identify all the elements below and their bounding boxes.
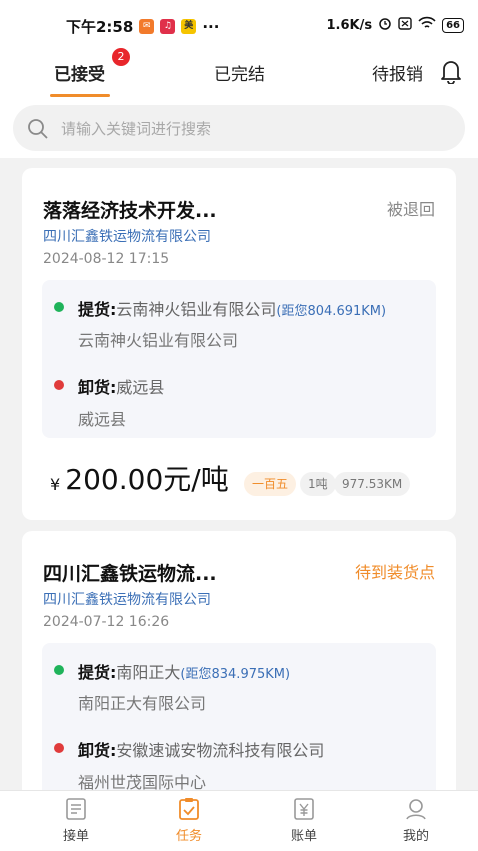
meituan-icon: 美 bbox=[181, 19, 197, 34]
order-card[interactable]: 四川汇鑫铁运物流... 待到装货点 四川汇鑫铁运物流有限公司 2024-07-1… bbox=[22, 531, 456, 831]
tasks-icon bbox=[159, 797, 219, 821]
order-card[interactable]: 落落经济技术开发... 被退回 四川汇鑫铁运物流有限公司 2024-08-12 … bbox=[22, 168, 456, 520]
nav-bills-label: 账单 bbox=[290, 829, 317, 844]
nav-mine-label: 我的 bbox=[402, 829, 429, 844]
order-title: 落落经济技术开发... bbox=[43, 200, 217, 222]
nav-receive[interactable]: 接单 bbox=[46, 797, 106, 844]
status-right: 1.6K/s 66 bbox=[326, 16, 464, 34]
pickup-dot-icon bbox=[54, 665, 64, 675]
order-price: ¥ 200.00元/吨 bbox=[50, 458, 229, 498]
order-status: 被退回 bbox=[386, 200, 435, 219]
order-status: 待到装货点 bbox=[354, 563, 435, 582]
pickup-dot-icon bbox=[54, 302, 64, 312]
unload-name: 威远县 bbox=[116, 378, 165, 397]
sim-icon bbox=[398, 16, 412, 34]
tab-accepted-label: 已接受 bbox=[54, 65, 105, 85]
unload-dot-icon bbox=[54, 380, 64, 390]
order-tabs: 已接受 2 已完结 待报销 bbox=[0, 48, 478, 99]
app-notification-icon: ✉ bbox=[139, 19, 155, 34]
tab-completed[interactable]: 已完结 bbox=[214, 60, 265, 85]
order-date: 2024-08-12 17:15 bbox=[43, 251, 170, 267]
more-notifications-icon: ··· bbox=[202, 17, 220, 36]
pickup-label: 提货: bbox=[78, 300, 117, 319]
unload-line: 卸货:安徽速诚安物流科技有限公司 bbox=[78, 737, 324, 761]
price-value: 200.00元/吨 bbox=[65, 463, 229, 496]
pickup-distance: (距您804.691KM) bbox=[276, 304, 387, 319]
search-bar bbox=[0, 98, 478, 158]
unload-name: 安徽速诚安物流科技有限公司 bbox=[116, 741, 325, 760]
search-box bbox=[13, 105, 465, 153]
bottom-nav: 接单 任务 账单 我的 bbox=[0, 790, 478, 851]
tab-pending-label: 待报销 bbox=[372, 65, 423, 85]
bills-icon bbox=[274, 797, 334, 821]
tab-completed-label: 已完结 bbox=[214, 65, 265, 85]
unload-dot-icon bbox=[54, 743, 64, 753]
wifi-icon bbox=[418, 16, 436, 34]
order-company[interactable]: 四川汇鑫铁运物流有限公司 bbox=[43, 589, 211, 609]
route-box: 提货:南阳正大(距您834.975KM) 南阳正大有限公司 卸货:安徽速诚安物流… bbox=[42, 643, 436, 813]
unload-label: 卸货: bbox=[78, 741, 117, 760]
receive-icon bbox=[46, 797, 106, 821]
status-time: 下午2:58 bbox=[66, 18, 134, 36]
currency-symbol: ¥ bbox=[50, 475, 61, 494]
nav-bills[interactable]: 账单 bbox=[274, 797, 334, 844]
order-title: 四川汇鑫铁运物流... bbox=[43, 563, 217, 585]
net-speed: 1.6K/s bbox=[326, 17, 373, 33]
status-left: 下午2:58 ✉ ♫ 美 ··· bbox=[66, 16, 219, 37]
battery-icon: 66 bbox=[442, 17, 464, 33]
bell-icon[interactable] bbox=[440, 58, 462, 85]
nav-tasks-label: 任务 bbox=[175, 829, 202, 844]
app-notification-icon-2: ♫ bbox=[160, 19, 176, 34]
nav-tasks[interactable]: 任务 bbox=[159, 797, 219, 844]
weight-tag: 1吨 bbox=[300, 472, 336, 496]
pickup-name: 南阳正大 bbox=[116, 663, 181, 682]
tab-accepted[interactable]: 已接受 bbox=[54, 60, 105, 85]
search-input[interactable] bbox=[59, 105, 443, 153]
cargo-tag: 一百五 bbox=[244, 472, 297, 496]
pickup-sub: 南阳正大有限公司 bbox=[78, 694, 207, 713]
profile-icon bbox=[386, 797, 446, 821]
unload-sub: 威远县 bbox=[78, 410, 127, 429]
status-bar: 下午2:58 ✉ ♫ 美 ··· 1.6K/s 66 bbox=[0, 0, 478, 50]
nav-mine[interactable]: 我的 bbox=[386, 797, 446, 844]
route-box: 提货:云南神火铝业有限公司(距您804.691KM) 云南神火铝业有限公司 卸货… bbox=[42, 280, 436, 438]
pickup-line: 提货:云南神火铝业有限公司(距您804.691KM) bbox=[78, 296, 386, 320]
pickup-line: 提货:南阳正大(距您834.975KM) bbox=[78, 659, 290, 683]
tab-pending-reimbursement[interactable]: 待报销 bbox=[372, 60, 423, 85]
alarm-icon bbox=[378, 16, 392, 34]
pickup-sub: 云南神火铝业有限公司 bbox=[78, 331, 239, 350]
pickup-label: 提货: bbox=[78, 663, 117, 682]
order-company[interactable]: 四川汇鑫铁运物流有限公司 bbox=[43, 226, 211, 246]
active-tab-indicator bbox=[50, 94, 110, 97]
nav-receive-label: 接单 bbox=[62, 829, 89, 844]
unload-label: 卸货: bbox=[78, 378, 117, 397]
unload-line: 卸货:威远县 bbox=[78, 374, 164, 398]
tab-accepted-badge: 2 bbox=[112, 48, 130, 66]
pickup-name: 云南神火铝业有限公司 bbox=[116, 300, 277, 319]
pickup-distance: (距您834.975KM) bbox=[180, 667, 291, 682]
distance-tag: 977.53KM bbox=[334, 472, 411, 496]
order-date: 2024-07-12 16:26 bbox=[43, 614, 170, 630]
